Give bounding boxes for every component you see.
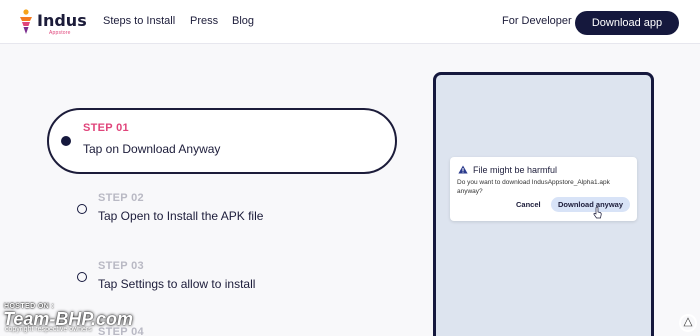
- logo-text: Indus: [37, 11, 87, 30]
- warning-icon: [458, 165, 468, 174]
- dialog-download-anyway-button[interactable]: Download anyway: [551, 197, 630, 212]
- indus-logo[interactable]: Indus Appstore: [19, 9, 87, 37]
- step-indicator-filled: [61, 136, 71, 146]
- watermark-logo-icon: [679, 314, 697, 332]
- step-indicator-empty[interactable]: [77, 204, 87, 214]
- nav-blog[interactable]: Blog: [232, 15, 254, 27]
- indus-logo-icon: [20, 9, 32, 34]
- step-description[interactable]: Tap Open to Install the APK file: [98, 209, 263, 223]
- step-description: Tap on Download Anyway: [83, 142, 221, 156]
- download-app-button[interactable]: Download app: [575, 11, 679, 35]
- dialog-body: Do you want to download IndusAppstore_Al…: [457, 179, 610, 195]
- step-description[interactable]: Tap Settings to allow to install: [98, 277, 255, 291]
- hand-cursor-icon: [593, 207, 602, 219]
- dialog-cancel-button[interactable]: Cancel: [516, 200, 541, 209]
- step-number: STEP 03: [98, 260, 144, 272]
- step-number: STEP 01: [83, 122, 129, 134]
- step-card-active[interactable]: [47, 108, 397, 174]
- dialog-title: File might be harmful: [473, 165, 558, 175]
- nav-press[interactable]: Press: [190, 15, 218, 27]
- step-indicator-empty[interactable]: [77, 272, 87, 282]
- nav-for-developer[interactable]: For Developer: [502, 15, 572, 27]
- watermark-copyright: copyright respective owners: [5, 326, 92, 333]
- step-number: STEP 02: [98, 192, 144, 204]
- logo-subtext: Appstore: [49, 30, 71, 36]
- top-navbar: Indus Appstore Steps to Install Press Bl…: [0, 0, 700, 44]
- nav-steps-to-install[interactable]: Steps to Install: [103, 15, 175, 27]
